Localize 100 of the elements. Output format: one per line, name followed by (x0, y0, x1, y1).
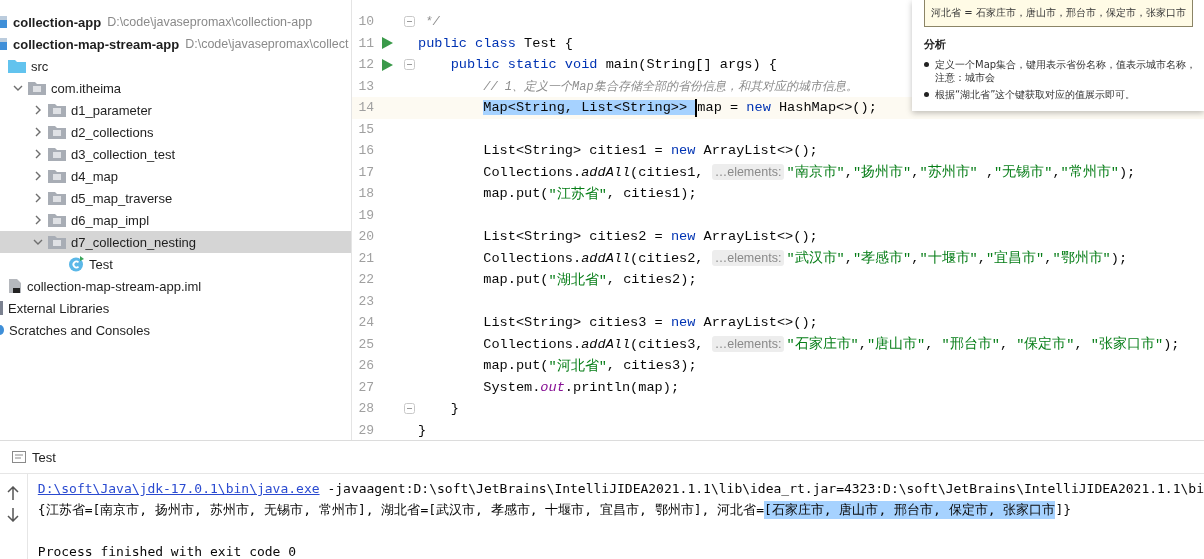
line-number: 15 (357, 121, 374, 137)
module-icon (0, 37, 8, 51)
item-path: D:\code\javasepromax\collection-app (107, 15, 313, 29)
code-line: } (449, 401, 459, 417)
code-line: map.put("河北省", cities3); (482, 357, 697, 375)
tree-item[interactable]: d2_collections (0, 121, 351, 143)
tree-item[interactable]: d5_map_traverse (0, 187, 351, 209)
tree-item[interactable]: collection-map-stream-app.iml (0, 275, 351, 297)
console-icon (12, 451, 26, 463)
item-label: com.itheima (51, 80, 122, 96)
line-number: 16 (357, 143, 374, 159)
item-label: External Libraries (8, 300, 110, 316)
bullet-text: 根据“湖北省”这个键获取对应的值展示即可。 (935, 88, 1136, 101)
bullet-dot (924, 92, 929, 97)
item-label: Scratches and Consoles (9, 322, 150, 338)
item-label: d6_map_impl (71, 212, 150, 228)
tree-item[interactable]: d3_collection_test (0, 143, 351, 165)
class-icon (68, 256, 84, 272)
chevron-icon[interactable] (33, 237, 43, 247)
code-line: Map<String, List<String>> map = new HashMap<>(); (482, 98, 877, 117)
tree-item[interactable]: External Libraries (0, 297, 351, 319)
code-line: map.put("江苏省", cities1); (482, 185, 697, 203)
package-icon (48, 103, 66, 117)
tree-item[interactable]: d7_collection_nesting (0, 231, 351, 253)
code-line: public static void main(String[] args) { (449, 57, 777, 73)
bullet-text: 定义一个Map集合，键用表示省份名称，值表示城市名称，注意：城市会 (935, 58, 1198, 84)
line-number: 17 (357, 164, 374, 180)
item-label: d7_collection_nesting (71, 234, 197, 250)
scratches-icon (0, 325, 4, 335)
module-icon (0, 15, 8, 29)
console-line: D:\soft\Java\jdk-17.0.1\bin\java.exe -javaagent:D:\soft\JetBrains\IntelliJIDEA2021.1.1\lib\idea_rt.jar=4323:D:\soft\JetBrains\IntelliJIDEA2021.1.1\bi (37, 480, 1204, 498)
code-line: System.out.println(map); (482, 379, 680, 395)
package-icon (48, 235, 66, 249)
up-arrow-icon[interactable] (7, 486, 20, 500)
item-label: Test (89, 256, 113, 272)
code-line: // 1、定义一个Map集合存储全部的省份信息，和其对应的城市信息。 (482, 78, 858, 95)
line-number: 25 (357, 336, 374, 352)
example-box: 河北省 = 石家庄市，唐山市，邢台市，保定市，张家口市 (924, 0, 1193, 27)
down-arrow-icon[interactable] (7, 508, 20, 522)
line-number: 29 (357, 422, 374, 438)
tree-item[interactable]: collection-app D:\code\javasepromax\collection-app (0, 11, 351, 33)
package-icon (48, 169, 66, 183)
package-icon (28, 81, 46, 95)
folder-icon (8, 59, 26, 73)
line-number: 27 (357, 379, 374, 395)
line-number: 24 (357, 315, 374, 331)
item-label: collection-app (13, 14, 102, 30)
run-tab[interactable]: Test (12, 441, 56, 473)
line-number: 18 (357, 186, 374, 202)
code-line: List<String> cities1 = new ArrayList<>(); (482, 143, 818, 159)
console-line: Process finished with exit code 0 (37, 543, 298, 559)
line-number: 23 (357, 293, 374, 309)
tree-item[interactable]: src (0, 55, 351, 77)
chevron-icon[interactable] (33, 193, 43, 203)
item-label: collection-map-stream-app.iml (27, 278, 202, 294)
tree-item[interactable]: d6_map_impl (0, 209, 351, 231)
chevron-icon[interactable] (33, 105, 43, 115)
chevron-icon[interactable] (33, 149, 43, 159)
item-label: d5_map_traverse (71, 190, 173, 206)
chevron-icon[interactable] (13, 83, 23, 93)
line-number: 21 (357, 250, 374, 266)
tree-item[interactable]: Test (0, 253, 351, 275)
chevron-icon[interactable] (33, 215, 43, 225)
item-path: D:\code\javasepromax\collect (185, 37, 349, 51)
line-number: 12 (357, 57, 374, 73)
item-label: d3_collection_test (71, 146, 176, 162)
tree-item[interactable]: com.itheima (0, 77, 351, 99)
tree-item[interactable]: collection-map-stream-app D:\code\javasepromax\collect (0, 33, 351, 55)
run-icon[interactable] (382, 37, 393, 50)
run-icon[interactable] (382, 58, 393, 71)
fold-icon[interactable] (404, 403, 415, 415)
code-line: map.put("湖北省", cities2); (482, 271, 697, 289)
fold-icon[interactable] (404, 16, 415, 28)
console-line: {江苏省=[南京市, 扬州市, 苏州市, 无锡市, 常州市], 湖北省=[武汉市, 孝感市, 十堰市, 宜昌市, 鄂州市], 河北省=[石家庄市, 唐山市, 邢台市, 保定市, 张家口市]} (37, 499, 1073, 520)
fold-icon[interactable] (404, 59, 415, 71)
library-icon (0, 301, 3, 315)
file-icon (8, 278, 22, 294)
line-number: 19 (357, 207, 374, 223)
code-line: Collections.addAll(cities1, …elements: "南京市","扬州市","苏州市" ,"无锡市","常州市"); (482, 163, 1136, 182)
tree-item[interactable]: d4_map (0, 165, 351, 187)
line-number: 26 (357, 358, 374, 374)
line-number: 10 (357, 14, 374, 30)
item-label: d4_map (71, 168, 118, 184)
line-number: 13 (357, 78, 374, 94)
chevron-icon[interactable] (33, 127, 43, 137)
item-label: collection-map-stream-app (13, 36, 180, 52)
chevron-icon[interactable] (33, 171, 43, 181)
tree-item[interactable]: d1_parameter (0, 99, 351, 121)
package-icon (48, 125, 66, 139)
package-icon (48, 191, 66, 205)
code-line: List<String> cities2 = new ArrayList<>(); (482, 229, 818, 245)
item-label: d1_parameter (71, 102, 152, 118)
line-number: 22 (357, 272, 374, 288)
tree-item[interactable]: Scratches and Consoles (0, 319, 351, 341)
popup-heading: 分析 (924, 37, 947, 52)
code-line: */ (424, 14, 440, 29)
line-number: 11 (357, 35, 374, 51)
code-line: Collections.addAll(cities2, …elements: "武汉市","孝感市","十堰市","宜昌市","鄂州市"); (482, 249, 1128, 268)
code-line: Collections.addAll(cities3, …elements: "石家庄市","唐山市", "邢台市", "保定市", "张家口市"); (482, 335, 1180, 354)
package-icon (48, 213, 66, 227)
